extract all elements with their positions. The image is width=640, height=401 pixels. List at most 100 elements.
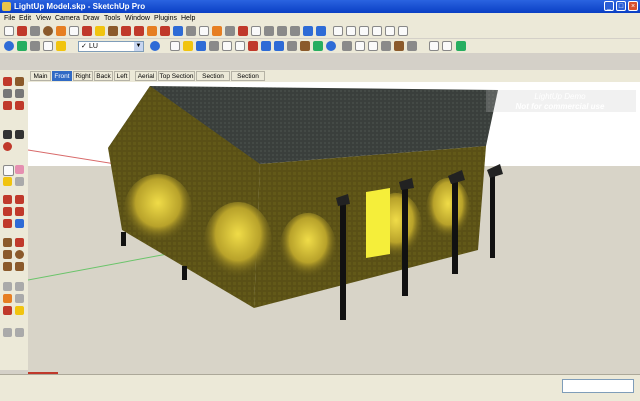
outliner-icon[interactable]: [30, 41, 40, 51]
geo-location-icon[interactable]: [4, 41, 14, 51]
scale-icon[interactable]: [160, 26, 170, 36]
right-view-icon[interactable]: [372, 26, 382, 36]
zoom-icon[interactable]: [264, 26, 274, 36]
copy-icon[interactable]: [222, 41, 232, 51]
redo-icon[interactable]: [274, 41, 284, 51]
close-button[interactable]: ×: [628, 1, 638, 11]
dimension-icon[interactable]: [15, 282, 24, 291]
3d-text-icon[interactable]: [15, 306, 24, 315]
scene-tab-right[interactable]: Right: [73, 71, 93, 81]
previous-view-icon[interactable]: [303, 26, 313, 36]
zoom-window-icon[interactable]: [277, 26, 287, 36]
hidden-line-style-icon[interactable]: [368, 41, 378, 51]
push-pull-icon[interactable]: [108, 26, 118, 36]
follow-me-icon[interactable]: [147, 26, 157, 36]
menu-edit[interactable]: Edit: [19, 14, 31, 23]
orbit-icon[interactable]: [3, 77, 12, 86]
zoom-extents-icon[interactable]: [290, 26, 300, 36]
menu-file[interactable]: File: [4, 14, 15, 23]
pencil-icon[interactable]: [17, 26, 27, 36]
chevron-down-icon[interactable]: ▼: [134, 42, 143, 51]
rectangle-icon[interactable]: [3, 250, 12, 259]
offset-icon[interactable]: [173, 26, 183, 36]
top-view-icon[interactable]: [346, 26, 356, 36]
rectangle-icon[interactable]: [30, 26, 40, 36]
offset-icon[interactable]: [15, 219, 24, 228]
move-icon[interactable]: [121, 26, 131, 36]
wireframe-style-icon[interactable]: [355, 41, 365, 51]
next-view-icon[interactable]: [316, 26, 326, 36]
select-icon[interactable]: [4, 26, 14, 36]
layers-icon[interactable]: [17, 41, 27, 51]
text-icon[interactable]: [225, 26, 235, 36]
menu-plugins[interactable]: Plugins: [154, 14, 177, 23]
scene-tab-front[interactable]: Front: [52, 71, 72, 81]
delete-icon[interactable]: [248, 41, 258, 51]
pan-icon[interactable]: [251, 26, 261, 36]
protractor-icon[interactable]: [3, 294, 12, 303]
print-icon[interactable]: [287, 41, 297, 51]
scene-tab-top-section[interactable]: Top Section: [158, 71, 195, 81]
display-section-icon[interactable]: [15, 328, 24, 337]
cut-icon[interactable]: [209, 41, 219, 51]
eraser-icon[interactable]: [82, 26, 92, 36]
info-icon[interactable]: [326, 41, 336, 51]
open-file-icon[interactable]: [56, 41, 66, 51]
scale-icon[interactable]: [3, 219, 12, 228]
back-view-icon[interactable]: [385, 26, 395, 36]
scene-tab-section-ew[interactable]: Section EW: [231, 71, 265, 90]
undo-icon[interactable]: [261, 41, 271, 51]
xray-style-icon[interactable]: [342, 41, 352, 51]
paste-icon[interactable]: [235, 41, 245, 51]
zoom-extents-icon[interactable]: [3, 101, 12, 110]
freehand-icon[interactable]: [15, 238, 24, 247]
circle-icon[interactable]: [43, 26, 53, 36]
zoom-window-icon[interactable]: [15, 89, 24, 98]
tape-icon[interactable]: [3, 282, 12, 291]
menu-help[interactable]: Help: [181, 14, 195, 23]
follow-me-icon[interactable]: [15, 207, 24, 216]
left-view-icon[interactable]: [398, 26, 408, 36]
folder-icon[interactable]: [183, 41, 193, 51]
circle-icon[interactable]: [15, 250, 24, 259]
layer-manager-icon[interactable]: [150, 41, 160, 51]
orbit-icon[interactable]: [238, 26, 248, 36]
menu-tools[interactable]: Tools: [104, 14, 120, 23]
protractor-icon[interactable]: [212, 26, 222, 36]
scene-tab-section-ns[interactable]: Section NS: [196, 71, 230, 90]
page-icon[interactable]: [170, 41, 180, 51]
menu-camera[interactable]: Camera: [55, 14, 80, 23]
iso-view-icon[interactable]: [333, 26, 343, 36]
3d-viewport[interactable]: LightUp Demo Not for commercial use: [28, 82, 640, 374]
rotate-icon[interactable]: [134, 26, 144, 36]
polygon-icon[interactable]: [3, 262, 12, 271]
previous-icon[interactable]: [15, 101, 24, 110]
dimension-icon[interactable]: [199, 26, 209, 36]
section-plane-icon[interactable]: [3, 328, 12, 337]
pan-icon[interactable]: [15, 77, 24, 86]
scene-tab-left[interactable]: Left: [114, 71, 130, 81]
scene-tab-main[interactable]: Main: [30, 71, 51, 81]
model-info-icon[interactable]: [300, 41, 310, 51]
new-file-icon[interactable]: [43, 41, 53, 51]
save-icon[interactable]: [196, 41, 206, 51]
polygon-icon[interactable]: [69, 26, 79, 36]
move-icon[interactable]: [3, 195, 12, 204]
rotate-icon[interactable]: [3, 207, 12, 216]
zoom-icon[interactable]: [3, 89, 12, 98]
paint-icon[interactable]: [3, 177, 12, 186]
textured-style-icon[interactable]: [394, 41, 404, 51]
walk-icon[interactable]: [3, 130, 12, 139]
monochrome-style-icon[interactable]: [407, 41, 417, 51]
axes-icon[interactable]: [3, 306, 12, 315]
minimize-button[interactable]: _: [604, 1, 614, 11]
look-around-icon[interactable]: [15, 130, 24, 139]
scene-tab-aerial[interactable]: Aerial: [135, 71, 157, 81]
maximize-button[interactable]: □: [616, 1, 626, 11]
menu-view[interactable]: View: [36, 14, 51, 23]
layer-dropdown[interactable]: ✓ LU ▼: [78, 41, 144, 52]
lightup-settings-icon[interactable]: [429, 41, 439, 51]
tape-icon[interactable]: [186, 26, 196, 36]
text-icon[interactable]: [15, 294, 24, 303]
menu-draw[interactable]: Draw: [83, 14, 99, 23]
